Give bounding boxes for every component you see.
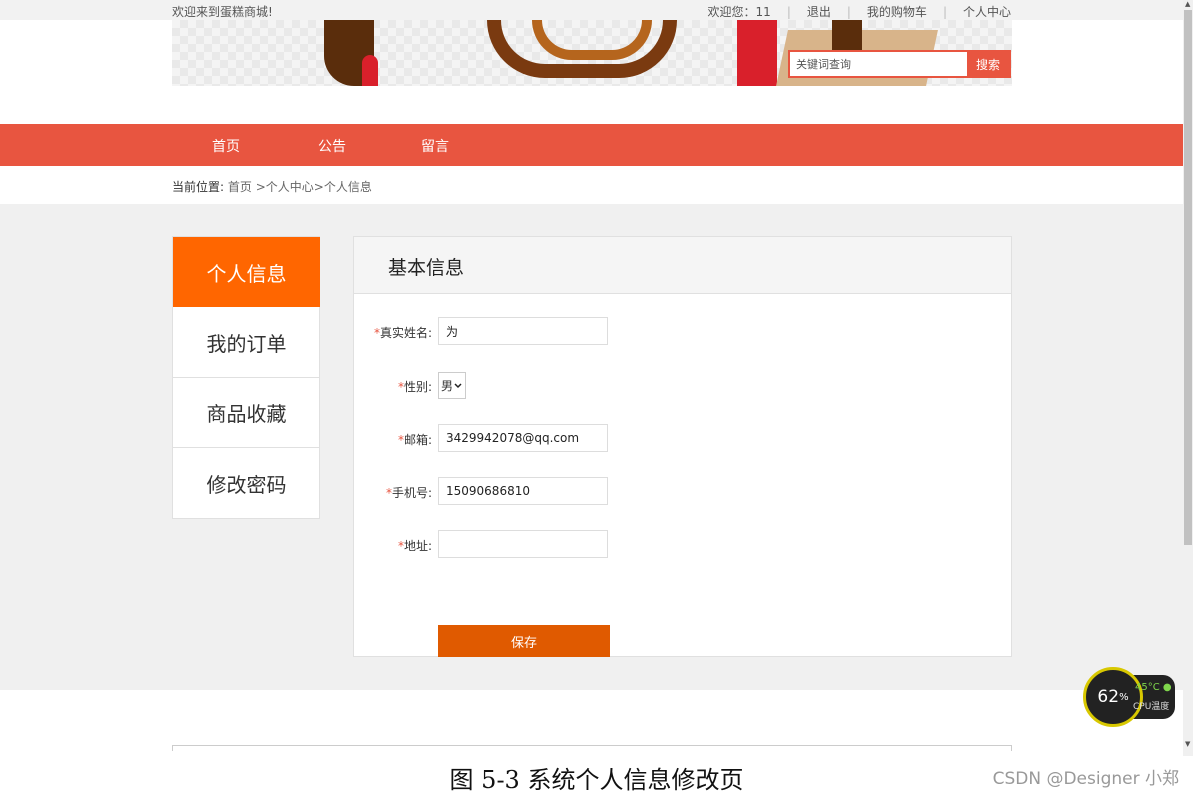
watermark: CSDN @Designer 小郑	[992, 769, 1179, 789]
top-links: 欢迎您：11 | 退出 | 我的购物车 | 个人中心	[692, 3, 1011, 20]
banner-decoration	[832, 20, 862, 50]
cpu-monitor-widget[interactable]: 62% 45°C ● CPU温度	[1083, 667, 1175, 727]
breadcrumb-home[interactable]: 首页	[228, 180, 252, 194]
scrollbar[interactable]: ▲ ▼	[1183, 0, 1193, 756]
cpu-percent: 62	[1097, 687, 1120, 707]
sidebar-item-orders[interactable]: 我的订单	[173, 307, 320, 378]
nav-item-notice[interactable]: 公告	[318, 136, 346, 156]
sidebar-item-favorites[interactable]: 商品收藏	[173, 378, 320, 448]
profile-panel: 基本信息 *真实姓名: *性别: 男 *邮箱: *手机号: *地址: 保存	[353, 236, 1012, 657]
search-input[interactable]	[790, 52, 967, 76]
email-field[interactable]	[438, 424, 608, 452]
panel-header: 基本信息	[354, 237, 1011, 294]
nav-item-message[interactable]: 留言	[421, 136, 449, 156]
email-label: *邮箱:	[397, 433, 432, 447]
panel-title: 基本信息	[388, 257, 465, 279]
gender-label: *性别:	[397, 380, 432, 394]
breadcrumb-center[interactable]: >个人中心	[256, 180, 314, 194]
banner-decoration	[362, 55, 378, 86]
logout-link[interactable]: 退出	[791, 3, 847, 20]
search-button[interactable]: 搜索	[967, 52, 1009, 76]
scrollbar-thumb[interactable]	[1184, 10, 1192, 545]
scroll-up-arrow-icon[interactable]: ▲	[1185, 0, 1190, 8]
breadcrumb-label: 当前位置:	[172, 180, 225, 194]
cpu-temp-label: CPU温度	[1133, 702, 1170, 712]
footer-border	[172, 745, 1012, 751]
breadcrumb: 当前位置: 首页 >个人中心>个人信息	[172, 178, 372, 195]
user-center-link[interactable]: 个人中心	[947, 3, 1011, 20]
main-nav: 首页 公告 留言	[0, 124, 1183, 166]
name-label: *真实姓名:	[373, 326, 432, 340]
sidebar: 个人信息 我的订单 商品收藏 修改密码	[172, 236, 320, 519]
chevron-down-icon	[454, 382, 462, 388]
sidebar-item-profile[interactable]: 个人信息	[173, 237, 320, 307]
cart-link[interactable]: 我的购物车	[851, 3, 943, 20]
search-box: 搜索	[788, 50, 1011, 78]
nav-item-home[interactable]: 首页	[212, 136, 240, 156]
cpu-percent-unit: %	[1119, 691, 1129, 703]
gender-selected-value: 男	[441, 379, 454, 393]
real-name-input[interactable]	[438, 317, 608, 345]
droplet-icon: ●	[1162, 682, 1172, 693]
welcome-text: 欢迎来到蛋糕商城!	[172, 5, 273, 19]
gender-select[interactable]: 男	[438, 372, 466, 399]
top-bar: 欢迎来到蛋糕商城! 欢迎您：11 | 退出 | 我的购物车 | 个人中心	[0, 0, 1183, 20]
phone-label: *手机号:	[385, 486, 432, 500]
sidebar-item-password[interactable]: 修改密码	[173, 448, 320, 518]
save-button[interactable]: 保存	[438, 625, 610, 657]
phone-field[interactable]	[438, 477, 608, 505]
banner-decoration	[737, 20, 777, 86]
user-greeting: 欢迎您：11	[707, 5, 771, 19]
cpu-usage-gauge: 62%	[1083, 667, 1143, 727]
scroll-down-arrow-icon[interactable]: ▼	[1185, 740, 1190, 748]
address-label: *地址:	[397, 539, 432, 553]
breadcrumb-current: >个人信息	[313, 180, 372, 194]
cpu-temperature: 45°C ●	[1135, 682, 1172, 693]
address-field[interactable]	[438, 530, 608, 558]
